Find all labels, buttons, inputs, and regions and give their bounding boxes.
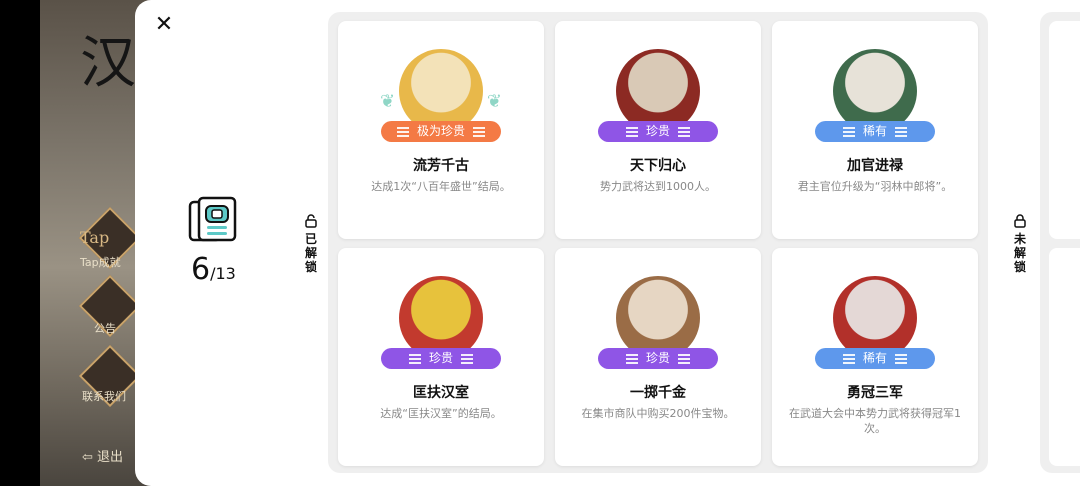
- achievement-count-current: 6: [191, 252, 211, 287]
- badge-stripes-icon: [895, 353, 907, 364]
- laurel-icon: ❦: [486, 91, 502, 112]
- rarity-badge: 稀有: [815, 121, 935, 142]
- achievement-card[interactable]: ❦ ❦ 极为珍贵流芳千古达成1次“八百年盛世”结局。: [338, 21, 544, 239]
- achievement-count: 6/13: [191, 252, 236, 287]
- achievement-title: 勇冠三军: [847, 385, 903, 401]
- achievement-title: 加官进禄: [847, 158, 903, 174]
- achievement-title: 匡扶汉室: [413, 385, 469, 401]
- badge-stripes-icon: [678, 126, 690, 137]
- badge-stripes-icon: [842, 353, 855, 364]
- badge-stripes-icon: [461, 353, 473, 364]
- locked-label: 未解锁: [1014, 232, 1027, 274]
- rarity-label: 极为珍贵: [416, 124, 465, 138]
- achievement-card[interactable]: 稀有勇冠三军在武道大会中本势力武将获得冠军1次。: [772, 248, 978, 466]
- background-title-char: 汉: [80, 31, 136, 96]
- rarity-badge: 稀有: [815, 348, 935, 369]
- locked-section-tag: 未解锁: [1012, 214, 1028, 274]
- rarity-badge: 珍贵: [381, 348, 501, 369]
- exit-label: 退出: [97, 450, 124, 465]
- lock-icon: [1014, 214, 1026, 228]
- badge-stripes-icon: [895, 126, 907, 137]
- unlocked-section-tag: 已解锁: [303, 214, 319, 274]
- achievement-card[interactable]: 稀有加官进禄君主官位升级为“羽林中郎将”。: [772, 21, 978, 239]
- achievement-description: 达成“匡扶汉室”的结局。: [380, 407, 502, 420]
- locked-card-partial[interactable]: [1049, 248, 1080, 466]
- achievement-description: 在武道大会中本势力武将获得冠军1次。: [789, 407, 961, 435]
- achievement-title: 天下归心: [630, 158, 686, 174]
- exit-icon: ⇦: [82, 450, 93, 465]
- achievement-card[interactable]: 珍贵匡扶汉室达成“匡扶汉室”的结局。: [338, 248, 544, 466]
- rarity-label: 稀有: [862, 124, 887, 138]
- achievement-title: 流芳千古: [413, 158, 469, 174]
- badge-stripes-icon: [396, 126, 409, 137]
- close-button[interactable]: ✕: [153, 14, 175, 36]
- achievements-panel: ✕ 6/13 已解锁 未解锁 ❦ ❦ 极为珍贵 流芳千古 达成1次“八百年盛世”结局。珍…: [135, 0, 1080, 486]
- achievement-description: 势力武将达到1000人。: [600, 180, 716, 193]
- unlock-icon: [305, 214, 317, 228]
- achievement-card[interactable]: 珍贵天下归心势力武将达到1000人。: [555, 21, 761, 239]
- badge-stripes-icon: [473, 126, 485, 137]
- rarity-label: 珍贵: [428, 351, 453, 365]
- rarity-label: 珍贵: [645, 351, 670, 365]
- achievement-description: 达成1次“八百年盛世”结局。: [371, 180, 511, 193]
- rarity-label: 珍贵: [645, 124, 670, 138]
- rarity-badge: 珍贵: [598, 348, 718, 369]
- achievement-count-total: /13: [210, 264, 236, 283]
- badge-stripes-icon: [842, 126, 855, 137]
- rarity-badge: 珍贵: [598, 121, 718, 142]
- background-edge: [0, 0, 40, 486]
- unlocked-label: 已解锁: [305, 232, 318, 274]
- badge-stripes-icon: [408, 353, 421, 364]
- badge-stripes-icon: [625, 353, 638, 364]
- badge-stripes-icon: [678, 353, 690, 364]
- locked-card-partial[interactable]: [1049, 21, 1080, 239]
- achievement-title: 一掷千金: [630, 385, 686, 401]
- rarity-label: 稀有: [862, 351, 887, 365]
- achievement-description: 在集市商队中购买200件宝物。: [581, 407, 735, 420]
- exit-button[interactable]: ⇦ 退出: [82, 446, 123, 465]
- rarity-badge: 极为珍贵: [381, 121, 501, 142]
- achievement-description: 君主官位升级为“羽林中郎将”。: [797, 180, 953, 193]
- achievement-book-icon: [188, 196, 237, 242]
- achievement-card[interactable]: 珍贵一掷千金在集市商队中购买200件宝物。: [555, 248, 761, 466]
- badge-stripes-icon: [625, 126, 638, 137]
- laurel-icon: ❦: [380, 91, 396, 112]
